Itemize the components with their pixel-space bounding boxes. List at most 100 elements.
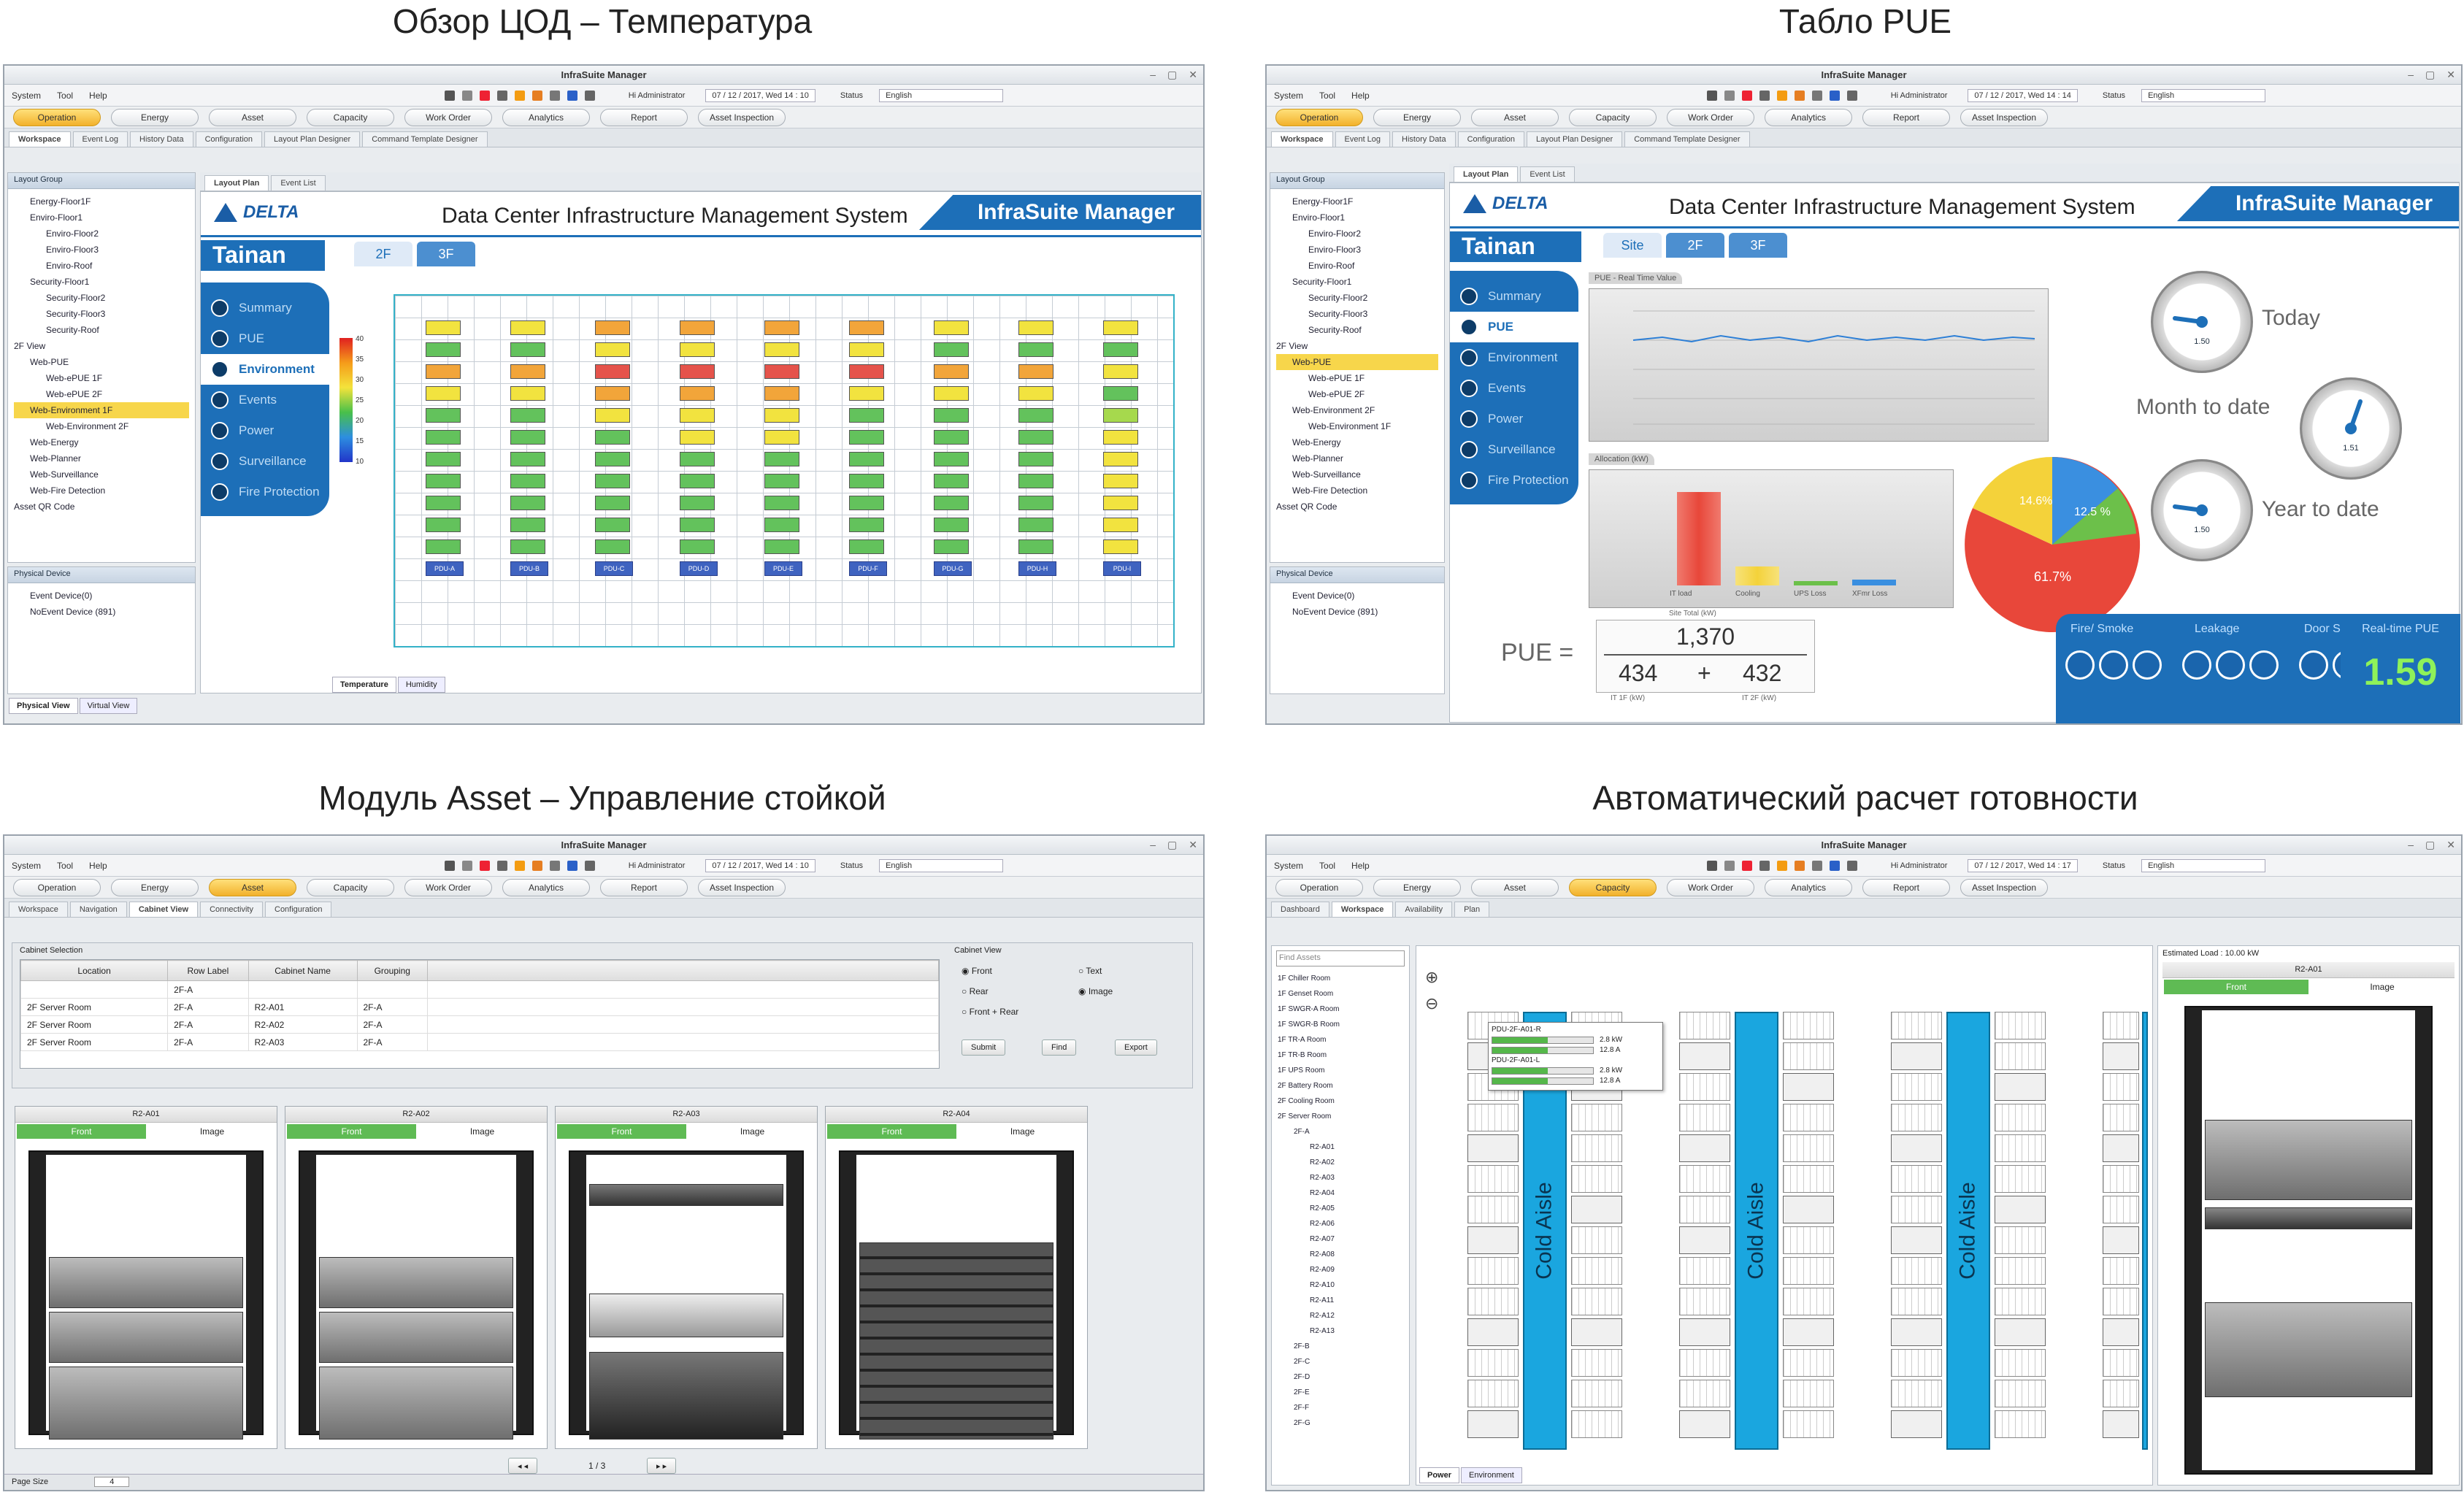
rack-unit[interactable] bbox=[1995, 1410, 2046, 1438]
minimize-icon[interactable]: – bbox=[2408, 839, 2414, 851]
tree-item[interactable]: Energy-Floor1F bbox=[1276, 193, 1438, 210]
rack-sensor[interactable] bbox=[680, 408, 715, 423]
nav-surveillance[interactable]: Surveillance bbox=[201, 446, 329, 477]
tree-item[interactable]: Enviro-Roof bbox=[1276, 258, 1438, 274]
rack-unit[interactable] bbox=[1995, 1104, 2046, 1131]
rack-unit[interactable] bbox=[1679, 1257, 1730, 1285]
event-icon[interactable] bbox=[1759, 860, 1770, 871]
tab-workspace[interactable]: Workspace bbox=[1271, 131, 1333, 147]
mute-icon[interactable] bbox=[1724, 860, 1735, 871]
rack-sensor[interactable] bbox=[849, 496, 884, 510]
tab-layout-plan-designer[interactable]: Layout Plan Designer bbox=[1527, 131, 1623, 147]
rack-unit[interactable] bbox=[1995, 1318, 2046, 1346]
tab-plan[interactable]: Plan bbox=[1454, 902, 1490, 917]
module-asset[interactable]: Asset bbox=[209, 108, 296, 126]
rack-sensor[interactable] bbox=[595, 430, 630, 445]
rack-unit[interactable] bbox=[1571, 1380, 1622, 1407]
tab-event-log[interactable]: Event Log bbox=[1335, 131, 1391, 147]
tree-item[interactable]: Web-ePUE 1F bbox=[1276, 370, 1438, 386]
cabinet-r2-a02[interactable]: R2-A02 Front Image bbox=[285, 1106, 548, 1449]
rack-unit[interactable] bbox=[1891, 1380, 1942, 1407]
close-icon[interactable]: ✕ bbox=[2446, 839, 2455, 851]
rack-unit[interactable] bbox=[1467, 1288, 1519, 1315]
tab-temperature[interactable]: Temperature bbox=[332, 677, 396, 693]
module-report[interactable]: Report bbox=[600, 108, 688, 126]
menu-help[interactable]: Help bbox=[1351, 861, 1370, 871]
tree-item[interactable]: Web-Fire Detection bbox=[1276, 483, 1438, 499]
rack-sensor[interactable] bbox=[764, 408, 799, 423]
rack-sensor[interactable] bbox=[764, 430, 799, 445]
rack-unit[interactable] bbox=[1467, 1226, 1519, 1254]
rack-sensor[interactable] bbox=[595, 496, 630, 510]
rack-unit[interactable] bbox=[1679, 1104, 1730, 1131]
rack-unit[interactable] bbox=[1679, 1012, 1730, 1039]
front-tab[interactable]: Front bbox=[557, 1124, 686, 1139]
rack-unit[interactable] bbox=[1679, 1165, 1730, 1193]
module-asset-inspection[interactable]: Asset Inspection bbox=[1960, 108, 2048, 126]
tab-history-data[interactable]: History Data bbox=[130, 131, 193, 147]
rack-unit[interactable] bbox=[1467, 1257, 1519, 1285]
rack-unit[interactable] bbox=[1571, 1318, 1622, 1346]
minimize-icon[interactable]: – bbox=[2408, 69, 2414, 81]
rack-unit[interactable] bbox=[1783, 1165, 1834, 1193]
nav-summary[interactable]: Summary bbox=[1450, 281, 1578, 312]
rack-sensor[interactable] bbox=[426, 430, 461, 445]
tree-item[interactable]: 1F TR-B Room bbox=[1278, 1048, 1403, 1063]
device-icon[interactable] bbox=[1811, 860, 1822, 871]
event-icon[interactable] bbox=[1759, 90, 1770, 101]
tree-item[interactable]: Security-Roof bbox=[14, 322, 189, 338]
rack-unit[interactable] bbox=[1679, 1380, 1730, 1407]
rack-sensor[interactable] bbox=[1018, 320, 1053, 335]
rack-unit[interactable] bbox=[2103, 1165, 2139, 1193]
col-grouping[interactable]: Grouping bbox=[356, 960, 428, 981]
image-tab[interactable]: Image bbox=[2310, 978, 2455, 996]
rack-sensor[interactable] bbox=[510, 364, 545, 379]
module-analytics[interactable]: Analytics bbox=[1765, 878, 1852, 896]
table-row[interactable]: 2F Server Room 2F-A R2-A01 2F-A bbox=[20, 998, 939, 1016]
tree-item[interactable]: R2-A06 bbox=[1278, 1216, 1403, 1231]
tab-event-list[interactable]: Event List bbox=[1520, 166, 1575, 182]
menu-system[interactable]: System bbox=[1274, 91, 1303, 101]
tree-item[interactable]: 1F UPS Room bbox=[1278, 1063, 1403, 1078]
nav-environment[interactable]: Environment bbox=[201, 354, 329, 385]
warning-icon[interactable] bbox=[1776, 860, 1787, 871]
menu-system[interactable]: System bbox=[12, 91, 41, 101]
rack-sensor[interactable] bbox=[426, 539, 461, 554]
module-work-order[interactable]: Work Order bbox=[404, 878, 492, 896]
rack-unit[interactable] bbox=[1891, 1042, 1942, 1070]
rack-sensor[interactable] bbox=[680, 386, 715, 401]
rack-unit[interactable] bbox=[1891, 1073, 1942, 1101]
tab-availability[interactable]: Availability bbox=[1395, 902, 1453, 917]
server-unit[interactable] bbox=[319, 1367, 513, 1440]
nav-power[interactable]: Power bbox=[1450, 404, 1578, 434]
pdu-label[interactable]: PDU-E bbox=[764, 561, 802, 576]
rack-sensor[interactable] bbox=[849, 386, 884, 401]
warning-icon[interactable] bbox=[1776, 90, 1787, 101]
radio-front-rear[interactable]: ○ Front + Rear bbox=[962, 1002, 1018, 1022]
server-unit[interactable] bbox=[2205, 1302, 2412, 1397]
tab-floor-2f[interactable]: 2F bbox=[354, 242, 412, 266]
mute-icon[interactable] bbox=[461, 90, 472, 101]
rack-unit[interactable] bbox=[2103, 1380, 2139, 1407]
rack-sensor[interactable] bbox=[849, 430, 884, 445]
tree-item[interactable]: Enviro-Floor3 bbox=[14, 242, 189, 258]
tree-item[interactable]: Security-Floor1 bbox=[1276, 274, 1438, 290]
pdu-label[interactable]: PDU-H bbox=[1018, 561, 1056, 576]
rack-unit[interactable] bbox=[2103, 1410, 2139, 1438]
rack-unit[interactable] bbox=[1467, 1196, 1519, 1223]
module-analytics[interactable]: Analytics bbox=[1765, 108, 1852, 126]
rack-sensor[interactable] bbox=[934, 342, 969, 357]
module-report[interactable]: Report bbox=[1862, 878, 1950, 896]
tree-item[interactable]: 2F-F bbox=[1278, 1400, 1403, 1415]
menu-system[interactable]: System bbox=[1274, 861, 1303, 871]
rack-unit[interactable] bbox=[1571, 1288, 1622, 1315]
rack-unit[interactable] bbox=[1679, 1349, 1730, 1377]
tab-floor-3f[interactable]: 3F bbox=[417, 242, 475, 266]
rack-sensor[interactable] bbox=[1103, 496, 1138, 510]
alarm-icon[interactable] bbox=[1741, 860, 1752, 871]
pdu-label[interactable]: PDU-B bbox=[510, 561, 548, 576]
module-asset[interactable]: Asset bbox=[1471, 108, 1559, 126]
server-unit[interactable] bbox=[319, 1312, 513, 1363]
module-operation[interactable]: Operation bbox=[13, 878, 101, 896]
rack-sensor[interactable] bbox=[934, 474, 969, 488]
